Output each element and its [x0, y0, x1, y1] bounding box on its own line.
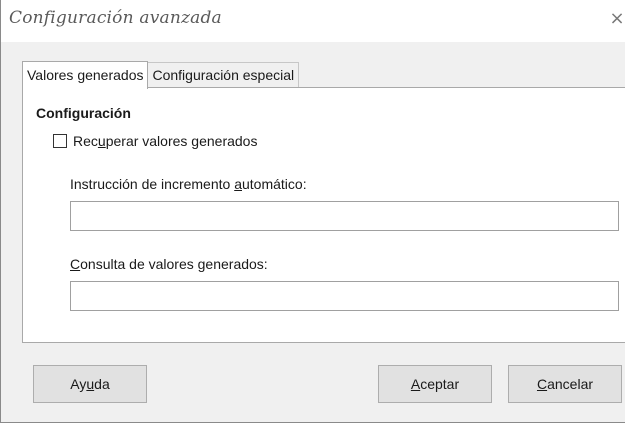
title-bar: Configuración avanzada × [1, 0, 625, 42]
tab-bar: Valores generados Configuración especial [22, 60, 300, 89]
auto-increment-label: Instrucción de incremento automático: [70, 176, 307, 192]
section-heading: Configuración [36, 105, 131, 121]
ok-button[interactable]: Aceptar [378, 365, 492, 403]
recover-values-option[interactable]: Recuperar valores generados [53, 133, 257, 149]
help-button[interactable]: Ay u da [33, 365, 147, 403]
dialog-title: Configuración avanzada [9, 8, 222, 28]
tab-valores-generados[interactable]: Valores generados [22, 61, 149, 89]
cancel-button[interactable]: Cancelar [508, 365, 622, 403]
generated-values-query-input[interactable] [70, 281, 619, 311]
tab-panel: Configuración Recuperar valores generado… [22, 87, 625, 343]
tab-configuracion-especial[interactable]: Configuración especial [147, 62, 300, 88]
recover-values-label: Recuperar valores generados [73, 133, 258, 149]
close-icon[interactable]: × [608, 6, 625, 32]
auto-increment-input[interactable] [70, 201, 619, 231]
recover-values-checkbox[interactable] [53, 134, 67, 148]
dialog-window: Configuración avanzada × Valores generad… [0, 0, 625, 423]
generated-values-query-label: Consulta de valores generados: [70, 256, 268, 272]
